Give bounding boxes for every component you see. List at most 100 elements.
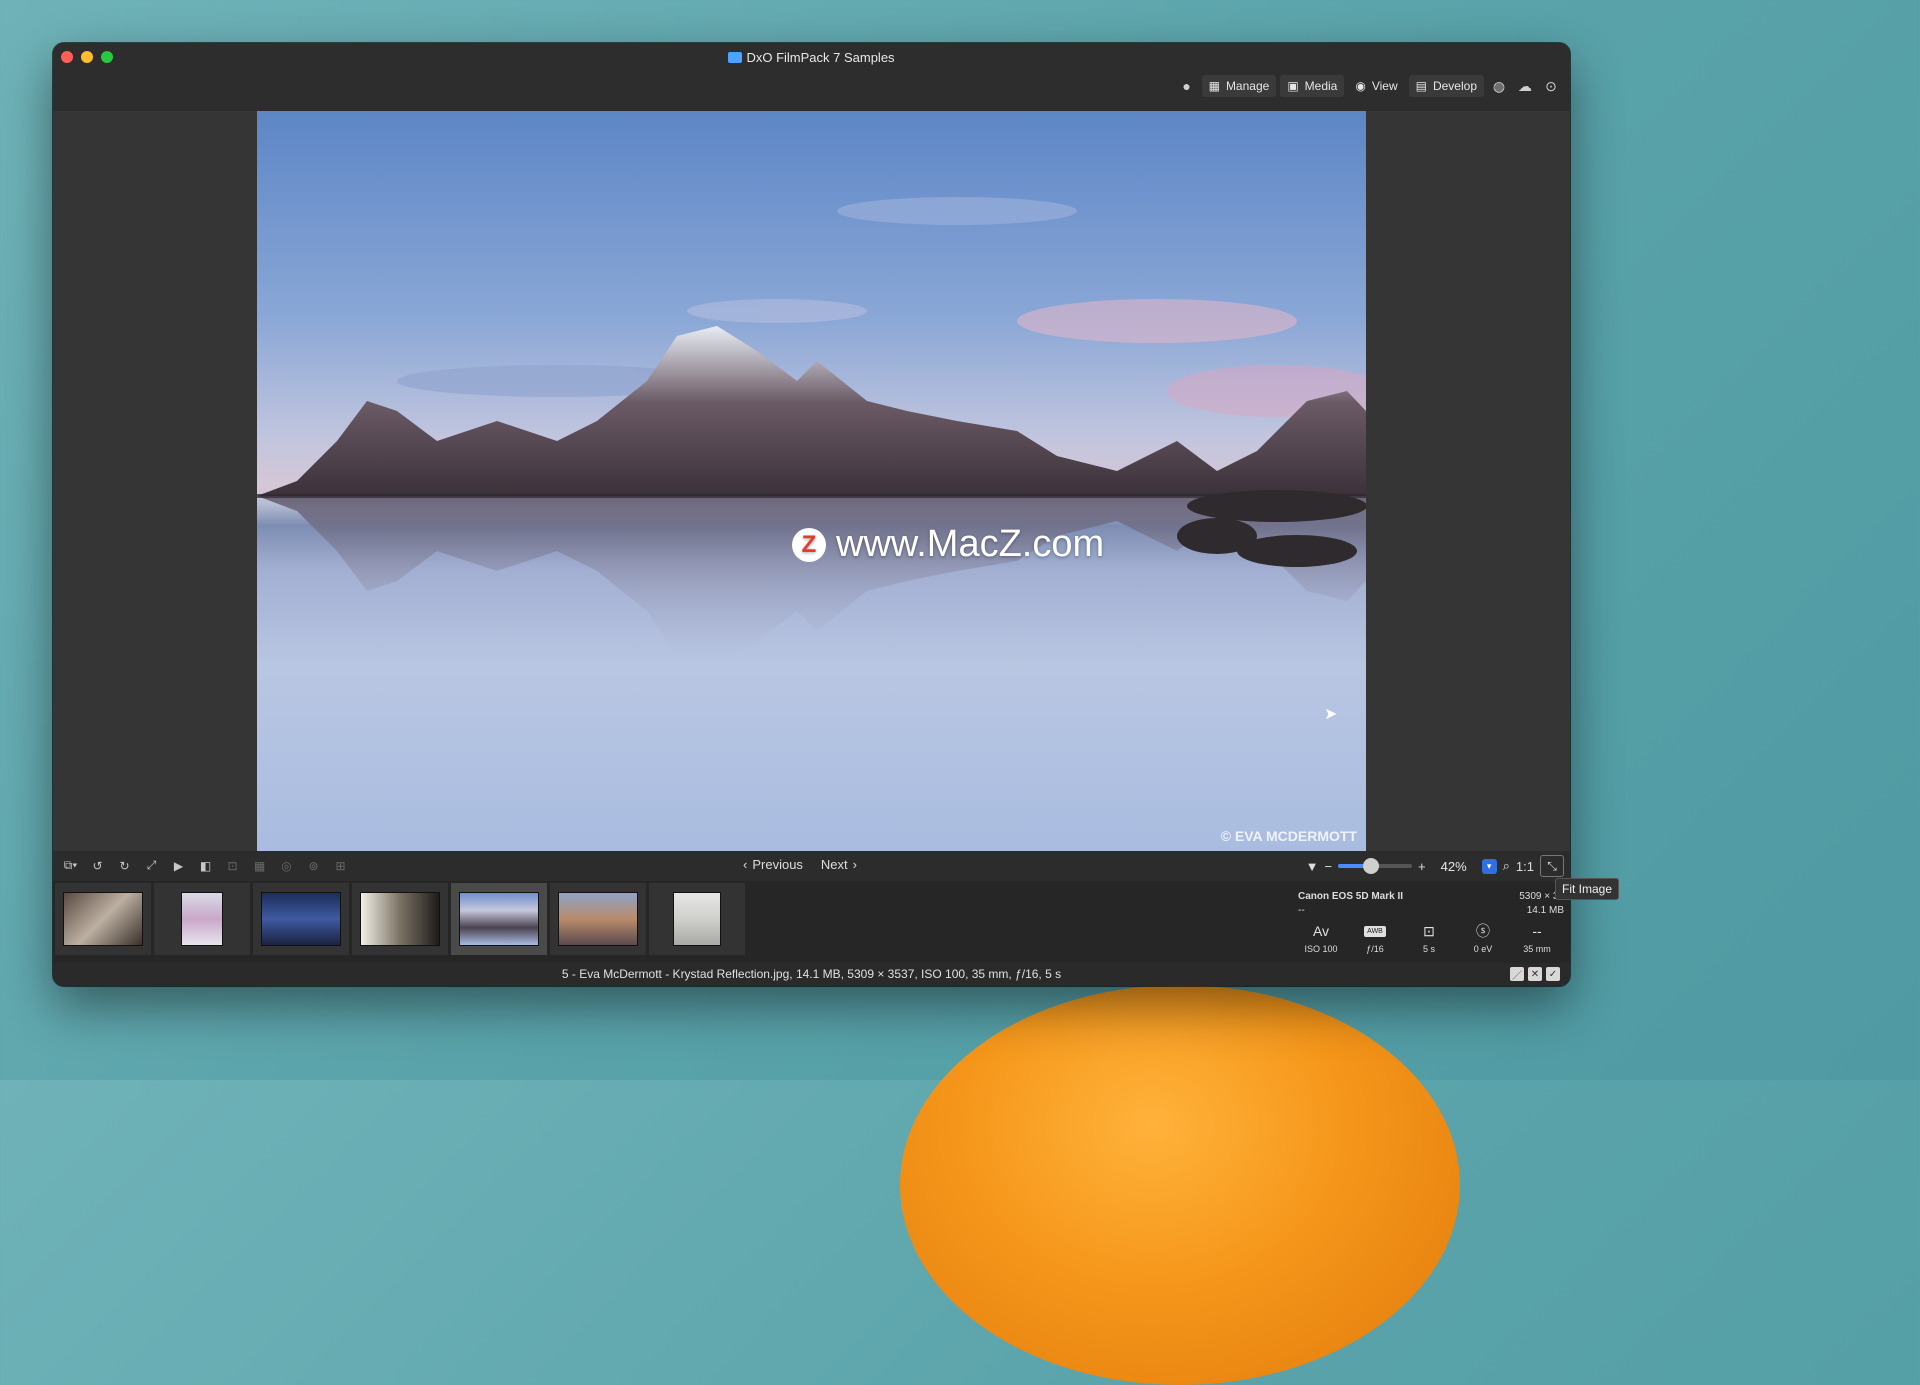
thumbnail-image (360, 892, 440, 946)
view-label: View (1371, 79, 1398, 93)
flash-off-icon: ⓢ (1476, 923, 1490, 939)
desktop-orange (900, 985, 1460, 1385)
slideshow-icon[interactable]: ▶ (167, 856, 190, 875)
no-rating-icon[interactable]: ／ (1510, 967, 1524, 982)
bottom-toolbar: ⧉▾ ↺ ↻ ⤢ ▶ ◧ ⊡ ▦ ◎ ⊚ ⊞ ‹ Previous Next ›… (53, 851, 1570, 881)
zoom-in-button[interactable]: + (1418, 859, 1426, 874)
develop-tab[interactable]: ▤ Develop (1408, 75, 1484, 97)
straighten-icon[interactable]: ◎ (275, 856, 298, 875)
mountain-range (257, 326, 1366, 496)
before-after-icon[interactable]: ◧ (194, 856, 217, 875)
zoom-100-button[interactable]: 1:1 (1516, 859, 1534, 874)
main-toolbar: ● ▦ Manage ▣ Media ◉ View ▤ Develop ◍ ☁ … (1176, 73, 1562, 99)
rotate-left-icon[interactable]: ↺ (86, 856, 109, 875)
focal-value: 35 mm (1523, 944, 1551, 954)
thumbnail-image (261, 892, 341, 946)
thumbnail-image (63, 892, 143, 946)
clouds (397, 197, 1366, 417)
compare-icon[interactable]: ⧉▾ (59, 856, 82, 875)
user-icon[interactable]: ● (1176, 75, 1198, 97)
thumbnail[interactable] (55, 883, 151, 955)
awb-label: AWB (1364, 925, 1386, 937)
title-bar: DxO FilmPack 7 Samples ● ▦ Manage ▣ Medi… (53, 43, 1570, 112)
file-size: 14.1 MB (1526, 905, 1564, 916)
exif-info-panel: Canon EOS 5D Mark II -- 5309 × 35 14.1 M… (1290, 881, 1570, 963)
lens-model: -- (1298, 905, 1305, 916)
thumbnail[interactable] (352, 883, 448, 955)
reject-icon[interactable]: ✕ (1528, 967, 1542, 981)
crop-icon[interactable]: ⊡ (221, 856, 244, 875)
metering-icon: ⊡ (1423, 922, 1435, 939)
camera-model: Canon EOS 5D Mark II (1298, 891, 1404, 902)
watermark-text: www.MacZ.com (836, 523, 1105, 565)
extra-info: -- (1532, 923, 1542, 939)
aperture-priority-icon: Av (1312, 923, 1330, 939)
zoom-dropdown-chevron-icon[interactable]: ▾ (1481, 858, 1497, 874)
viewer-tools: ⧉▾ ↺ ↻ ⤢ ▶ ◧ ⊡ ▦ ◎ ⊚ ⊞ (59, 856, 352, 875)
magnifier-icon[interactable]: ⌕ (1503, 858, 1510, 874)
mouse-cursor-icon: ➤ (1324, 706, 1338, 723)
globe-icon[interactable]: ◍ (1488, 75, 1510, 97)
zoom-out-button[interactable]: − (1324, 859, 1332, 874)
main-photo[interactable]: Z www.MacZ.com © EVA MCDERMOTT ➤ (257, 111, 1366, 851)
exif-row: Av ISO 100 AWB ƒ/16 ⊡ 5 s ⓢ 0 eV -- 35 m… (1294, 921, 1564, 955)
manage-label: Manage (1225, 79, 1270, 93)
exif-exposure: ⓢ 0 eV (1456, 921, 1510, 954)
fullscreen-icon[interactable]: ⤢ (140, 856, 163, 875)
eye-icon: ◉ (1355, 79, 1366, 93)
media-label: Media (1304, 79, 1338, 93)
status-bar: 5 - Eva McDermott - Krystad Reflection.j… (53, 963, 1570, 986)
fit-image-button[interactable]: ⤡ (1540, 855, 1564, 877)
redeye-icon[interactable]: ⊚ (302, 856, 325, 875)
chevron-left-icon: ‹ (743, 857, 748, 872)
pick-icon[interactable]: ✓ (1546, 967, 1560, 981)
landscape-svg (257, 197, 1366, 666)
shutter-value: 5 s (1422, 944, 1435, 954)
exif-iso: Av ISO 100 (1294, 921, 1348, 954)
aperture-value: ƒ/16 (1366, 944, 1384, 954)
status-text: 5 - Eva McDermott - Krystad Reflection.j… (561, 967, 1062, 981)
filter-menu-icon[interactable]: ▼ (1306, 859, 1319, 874)
thumbnail-selected[interactable] (451, 883, 547, 955)
exposure-value: 0 eV (1473, 944, 1493, 954)
grid-overlay-icon[interactable]: ▦ (248, 856, 271, 875)
thumbnail-image (673, 892, 721, 946)
thumbnail-image (181, 892, 223, 946)
status-icons: ／ ✕ ✓ (1510, 967, 1560, 982)
next-button[interactable]: Next › (821, 857, 857, 872)
photo-copyright: © EVA MCDERMOTT (1220, 828, 1357, 844)
app-window: DxO FilmPack 7 Samples ● ▦ Manage ▣ Medi… (53, 43, 1570, 986)
cloud-icon[interactable]: ☁ (1514, 75, 1536, 97)
folder-icon (728, 52, 743, 63)
zoom-percent[interactable]: 42% (1432, 859, 1476, 874)
watermark: Z www.MacZ.com (792, 523, 1104, 566)
window-title: DxO FilmPack 7 Samples (53, 50, 1570, 65)
rotate-right-icon[interactable]: ↻ (113, 856, 136, 875)
thumbnail-image (558, 892, 638, 946)
window-title-text: DxO FilmPack 7 Samples (746, 50, 895, 65)
zoom-slider-knob[interactable] (1362, 858, 1379, 874)
develop-label: Develop (1432, 79, 1477, 93)
zoom-slider[interactable] (1338, 858, 1413, 874)
thumbnail[interactable] (550, 883, 646, 955)
previous-button[interactable]: ‹ Previous (743, 857, 803, 872)
manage-tab[interactable]: ▦ Manage (1201, 75, 1277, 97)
fit-image-tooltip: Fit Image (1555, 878, 1620, 900)
thumbnail[interactable] (253, 883, 349, 955)
exif-aperture: AWB ƒ/16 (1348, 921, 1402, 954)
next-label: Next (820, 857, 848, 872)
iso-value: ISO 100 (1304, 944, 1338, 954)
thumbnail-image (459, 892, 539, 946)
retouch-icon[interactable]: ⊞ (329, 856, 352, 875)
macz-logo-icon: Z (792, 527, 826, 562)
image-navigation: ‹ Previous Next › (743, 857, 857, 872)
media-tab[interactable]: ▣ Media (1280, 75, 1345, 97)
preview-eye-icon[interactable]: ⊙ (1540, 75, 1562, 97)
exif-shutter: ⊡ 5 s (1402, 921, 1456, 955)
exif-focal: -- 35 mm (1510, 921, 1564, 954)
zoom-controls: ▼ − + 42% ▾ ⌕ 1:1 ⤡ (1306, 855, 1564, 877)
chevron-right-icon: › (852, 857, 857, 872)
view-tab[interactable]: ◉ View (1348, 75, 1404, 97)
thumbnail[interactable] (649, 883, 745, 955)
thumbnail[interactable] (154, 883, 250, 955)
